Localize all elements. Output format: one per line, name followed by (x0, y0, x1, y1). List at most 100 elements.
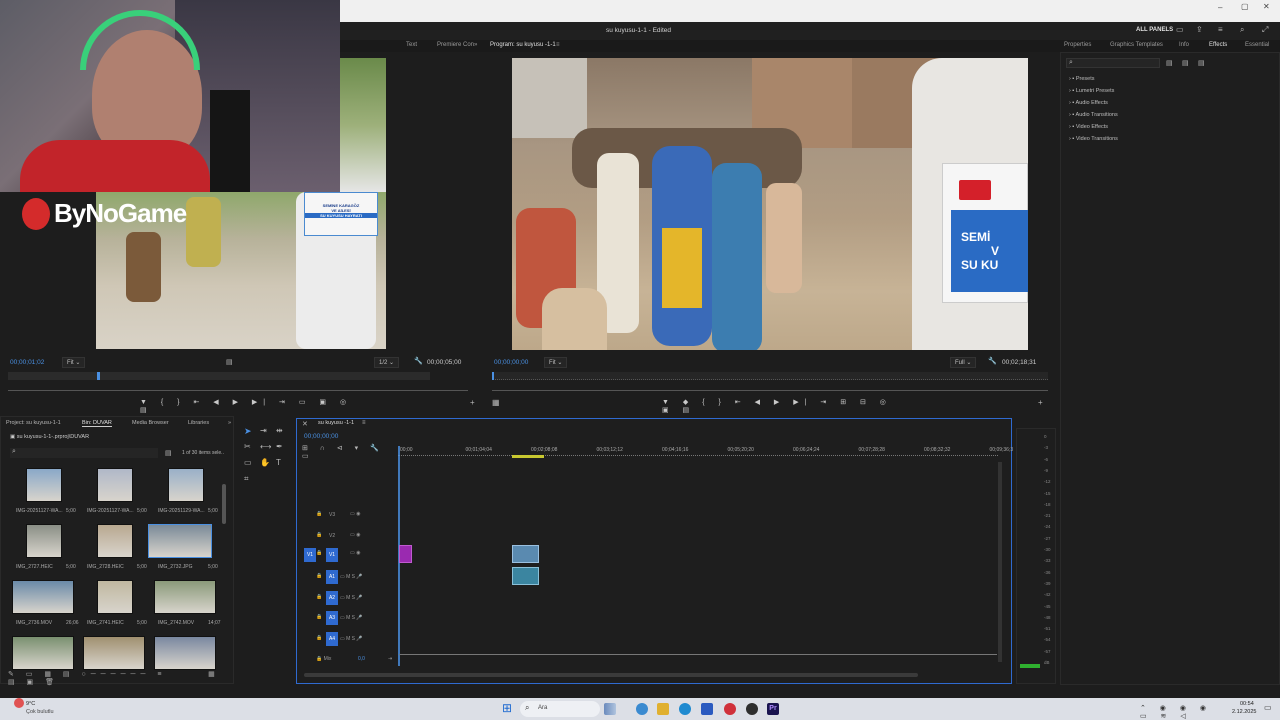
track-visibility-icon[interactable]: ▭ ◉ (350, 532, 360, 538)
program-transport-controls[interactable]: ▼ ◆ { } ⇤ ◀ ▶ ▶| ⇥ ⊞ ⊟ ◎ ▣ ▤ (662, 398, 902, 414)
track-label-a4[interactable]: A4 (326, 631, 338, 646)
search-icon[interactable]: ⌕ (1240, 25, 1244, 35)
source-playhead[interactable] (97, 372, 100, 380)
program-menu-icon[interactable]: ≡ (556, 42, 560, 48)
track-lock-icon[interactable]: 🔒 (316, 532, 322, 538)
track-lock-icon[interactable]: 🔒 (316, 550, 322, 556)
menu-icon[interactable]: ≡ (1218, 25, 1223, 34)
mix-end-icon[interactable]: ⇥ (388, 656, 392, 662)
track-mute-solo-controls[interactable]: ▭ M S 🎤 (340, 595, 363, 601)
tab-media-browser[interactable]: Media Browser (132, 420, 169, 426)
track-mute-solo-controls[interactable]: ▭ M S 🎤 (340, 636, 363, 642)
tab-essential[interactable]: Essential (1245, 42, 1269, 48)
tab-effects[interactable]: Effects (1209, 42, 1227, 48)
track-lock-icon[interactable]: 🔒 (316, 511, 322, 517)
tab-info[interactable]: Info (1179, 42, 1189, 48)
program-zoom-bar[interactable] (492, 390, 1048, 391)
effects-item-presets[interactable]: › ▪ Presets (1069, 76, 1095, 82)
track-lock-icon[interactable]: 🔒 (316, 614, 322, 620)
track-visibility-icon[interactable]: ▭ ◉ (350, 511, 360, 517)
video-clip[interactable] (512, 545, 539, 563)
rectangle-tool-icon[interactable]: ▭ (244, 458, 252, 467)
taskbar-search[interactable]: ⌕ Ara (520, 701, 600, 717)
overflow-icon[interactable]: » (474, 42, 477, 48)
media-thumbnail[interactable] (148, 524, 212, 558)
track-mute-solo-controls[interactable]: ▭ M S 🎤 (340, 615, 363, 621)
source-fraction-select[interactable]: 1/2 ⌄ (374, 357, 400, 368)
tab-graphics-templates[interactable]: Graphics Templates (1110, 42, 1163, 48)
slip-tool-icon[interactable]: ⟷ (260, 442, 271, 451)
tab-text[interactable]: Text (406, 42, 417, 48)
taskbar-app-copilot[interactable] (636, 703, 648, 715)
program-quality-select[interactable]: Full ⌄ (950, 357, 977, 368)
all-panels-button[interactable]: ALL PANELS (1136, 27, 1173, 33)
timeline-tab[interactable]: su kuyusu -1-1 (318, 420, 354, 426)
track-label-a1[interactable]: A1 (326, 570, 338, 584)
taskbar-app-edge[interactable] (679, 703, 691, 715)
accelerated-effects-icon[interactable]: ▤ (1182, 59, 1189, 67)
taskbar-app-store[interactable] (701, 703, 713, 715)
minimize-icon[interactable]: – (1218, 3, 1222, 12)
media-thumbnail[interactable] (97, 580, 133, 614)
notifications-icon[interactable]: ▭ (1264, 703, 1272, 712)
taskbar-app-premiere[interactable]: Pr (767, 703, 779, 715)
audio-clip[interactable] (512, 567, 539, 585)
project-footer-tools[interactable]: ✎ ▭ ▦ ▤ ○────── ≡ ▦ ▤ ▣ 🗑 (8, 670, 228, 686)
taskbar-app-explorer[interactable] (657, 703, 669, 715)
program-scrubber[interactable] (492, 372, 1048, 380)
track-visibility-icon[interactable]: ▭ ◉ (350, 550, 360, 556)
tab-project[interactable]: Project: su kuyusu-1-1 (6, 420, 61, 426)
program-fit-select[interactable]: Fit ⌄ (544, 357, 568, 368)
source-patch-v1[interactable]: V1 (304, 548, 316, 562)
media-thumbnail[interactable] (83, 636, 145, 670)
track-select-tool-icon[interactable]: ⇥ (260, 426, 267, 435)
program-playhead[interactable] (492, 372, 494, 380)
close-icon[interactable]: ✕ (1263, 2, 1270, 11)
media-thumbnail[interactable] (97, 468, 133, 502)
taskbar-app-video[interactable] (604, 703, 616, 715)
pen-tool-icon[interactable]: ✒ (276, 442, 283, 451)
new-bin-icon[interactable]: ▤ (165, 449, 172, 457)
track-label-v1[interactable]: V1 (326, 548, 338, 562)
timeline-tool-row[interactable]: ⊞ ∩ ⊲ ▾ 🔧 ▭ (302, 444, 392, 460)
selection-tool-icon[interactable]: ➤ (244, 426, 252, 437)
wrench-icon[interactable]: 🔧 (414, 357, 423, 365)
new-bin-icon[interactable]: ▤ (1166, 59, 1173, 67)
yuv-effects-icon[interactable]: ▤ (1198, 59, 1205, 67)
media-thumbnail[interactable] (97, 524, 133, 558)
tab-bin-duvar[interactable]: Bin: DUVAR (82, 420, 112, 427)
track-lock-icon[interactable]: 🔒 (316, 594, 322, 600)
razor-tool-icon[interactable]: ✂ (244, 442, 251, 451)
media-thumbnail[interactable] (168, 468, 204, 502)
track-lock-icon[interactable]: 🔒 (316, 573, 322, 579)
track-mute-solo-controls[interactable]: ▭ M S 🎤 (340, 574, 363, 580)
track-label-a3[interactable]: A3 (326, 611, 338, 625)
timeline-timecode[interactable]: 00;00;00;00 (304, 433, 338, 440)
tab-premiere-con[interactable]: Premiere Con (437, 42, 474, 48)
timeline-hscroll[interactable] (304, 673, 918, 677)
tab-program[interactable]: Program: su kuyusu -1-1 (490, 42, 556, 48)
source-fit-select[interactable]: Fit ⌄ (62, 357, 86, 368)
track-lock-icon[interactable]: 🔒 (316, 635, 322, 641)
taskbar-app-chrome[interactable] (746, 703, 758, 715)
timeline-close-icon[interactable]: ✕ (302, 420, 308, 428)
tab-libraries[interactable]: Libraries (188, 420, 209, 426)
source-scrubber[interactable] (8, 372, 430, 380)
weather-icon[interactable] (14, 698, 24, 708)
project-search-input[interactable]: ⌕ (10, 448, 158, 458)
project-scrollbar[interactable] (222, 484, 226, 524)
hand-tool-icon[interactable]: ✋ (260, 458, 270, 467)
media-thumbnail[interactable] (154, 580, 216, 614)
system-tray-icons[interactable]: ⌃ ◉ ◉ ◉ ▭ ≋ ◁ (1140, 704, 1230, 720)
effects-item-video-effects[interactable]: › ▪ Video Effects (1069, 124, 1108, 130)
timeline-menu-icon[interactable]: ≡ (362, 420, 366, 426)
mix-volume-value[interactable]: 0,0 (358, 656, 365, 662)
export-icon[interactable]: ⇪ (1196, 25, 1203, 34)
generate-tool-icon[interactable]: ⌗ (244, 474, 249, 484)
source-zoom-bar[interactable] (8, 390, 468, 391)
track-label-v2[interactable]: V2 (329, 533, 335, 539)
program-grid-icon[interactable]: ▦ (492, 398, 500, 407)
start-icon[interactable]: ⊞ (502, 701, 512, 715)
track-label-a2[interactable]: A2 (326, 590, 338, 605)
adjustment-clip[interactable] (399, 545, 412, 563)
